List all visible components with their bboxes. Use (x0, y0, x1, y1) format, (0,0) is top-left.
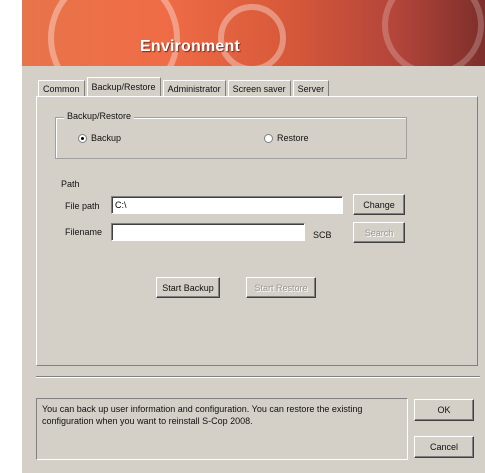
file-path-label: File path (65, 201, 100, 211)
filename-label: Filename (65, 227, 103, 237)
tab-panel-backup-restore: Backup/Restore Backup Restore Path File … (36, 96, 478, 366)
tab-common[interactable]: Common (38, 80, 85, 97)
environment-dialog: Environment Common Backup/Restore Admini… (22, 0, 485, 473)
file-extension-label: SCB (313, 230, 332, 240)
tab-server[interactable]: Server (292, 80, 330, 97)
cancel-button[interactable]: Cancel (414, 436, 474, 458)
backup-restore-group-title: Backup/Restore (64, 111, 135, 121)
banner-decoration (382, 0, 484, 66)
banner-decoration (218, 4, 286, 66)
backup-radio[interactable]: Backup (78, 133, 121, 143)
separator (36, 376, 480, 378)
dialog-title: Environment (140, 38, 240, 55)
tab-strip: Common Backup/Restore Administrator Scre… (38, 77, 331, 97)
banner-decoration (48, 0, 180, 66)
backup-restore-group: Backup/Restore Backup Restore (55, 111, 407, 159)
file-path-input[interactable] (111, 196, 343, 214)
backup-radio-dot[interactable] (78, 133, 87, 143)
start-restore-button[interactable]: Start Restore (246, 277, 316, 298)
tab-screen-saver[interactable]: Screen saver (227, 80, 291, 97)
restore-radio-dot[interactable] (264, 133, 273, 143)
restore-radio[interactable]: Restore (264, 133, 309, 143)
tab-administrator[interactable]: Administrator (162, 80, 226, 97)
ok-button[interactable]: OK (414, 399, 474, 421)
restore-radio-label: Restore (277, 133, 309, 143)
start-backup-button[interactable]: Start Backup (156, 277, 220, 298)
backup-radio-label: Backup (91, 133, 122, 143)
tab-backup-restore[interactable]: Backup/Restore (86, 77, 161, 97)
info-text-box: You can back up user information and con… (36, 398, 408, 460)
change-button[interactable]: Change (353, 194, 405, 215)
search-button[interactable]: Search (353, 222, 405, 243)
header-banner: Environment (22, 0, 485, 66)
path-group-title: Path (58, 179, 83, 189)
filename-input[interactable] (111, 223, 305, 241)
